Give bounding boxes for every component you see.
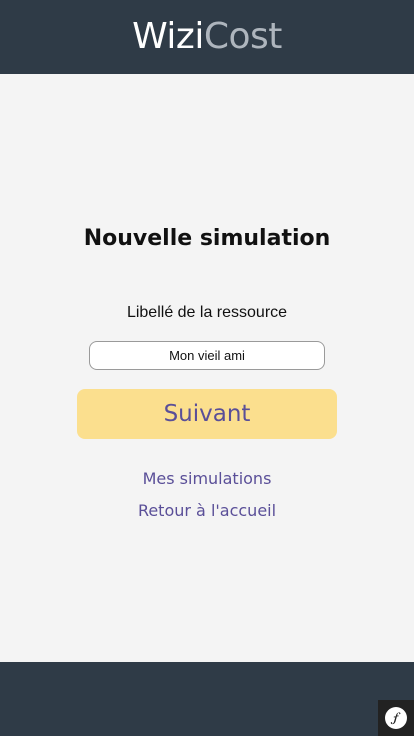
symfony-icon (385, 707, 407, 729)
my-simulations-link[interactable]: Mes simulations (0, 469, 414, 488)
brand-logo[interactable]: WiziCost (132, 19, 282, 55)
resource-name-input[interactable] (89, 341, 325, 370)
page-title: Nouvelle simulation (83, 226, 331, 251)
next-button[interactable]: Suivant (77, 389, 337, 439)
symfony-toolbar-button[interactable] (378, 700, 414, 736)
footer (0, 662, 414, 736)
field-label: Libellé de la ressource (126, 304, 288, 321)
brand-part-cost: Cost (203, 16, 283, 57)
next-button-label: Suivant (163, 401, 251, 427)
header: WiziCost (0, 0, 414, 74)
brand-part-wizi: Wizi (132, 16, 204, 57)
back-home-link[interactable]: Retour à l'accueil (0, 501, 414, 520)
